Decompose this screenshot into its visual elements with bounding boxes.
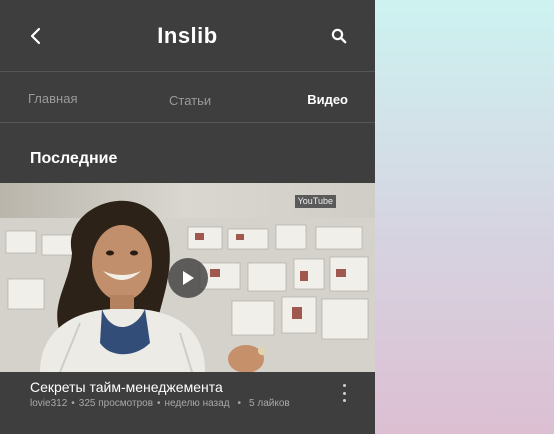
- video-meta: lovie312 • 325 просмотров • неделю назад • 5 л…: [30, 398, 290, 409]
- tab-video[interactable]: Видео: [307, 92, 348, 107]
- top-bar: Inslib: [0, 0, 375, 72]
- tab-home[interactable]: Главная: [28, 91, 77, 106]
- mobile-app-screen: Inslib Главная Статьи Видео Последние Yo…: [0, 0, 375, 434]
- youtube-badge: YouTube: [294, 195, 336, 208]
- search-button[interactable]: [329, 28, 349, 48]
- video-title[interactable]: Секреты тайм-менеджемента: [30, 379, 223, 395]
- more-options-button[interactable]: [340, 384, 348, 402]
- play-button[interactable]: [168, 258, 208, 298]
- more-vertical-icon: [342, 391, 346, 395]
- tab-bar: Главная Статьи Видео: [0, 72, 375, 123]
- video-likes: 5 лайков: [249, 398, 290, 409]
- meta-separator: •: [237, 398, 242, 409]
- more-vertical-icon: [342, 384, 346, 387]
- video-thumbnail[interactable]: YouTube: [0, 183, 375, 372]
- back-button[interactable]: [24, 24, 46, 52]
- app-title: Inslib: [157, 23, 218, 48]
- chevron-left-icon: [29, 27, 41, 50]
- play-icon: [181, 270, 195, 286]
- meta-separator: •: [71, 398, 75, 409]
- tab-articles[interactable]: Статьи: [169, 93, 211, 108]
- video-author[interactable]: lovie312: [30, 398, 67, 409]
- section-title: Последние: [30, 150, 118, 167]
- search-icon: [331, 28, 347, 49]
- meta-separator: •: [157, 398, 161, 409]
- video-posted: неделю назад: [164, 398, 230, 409]
- video-views: 325 просмотров: [78, 398, 154, 409]
- more-vertical-icon: [342, 399, 346, 402]
